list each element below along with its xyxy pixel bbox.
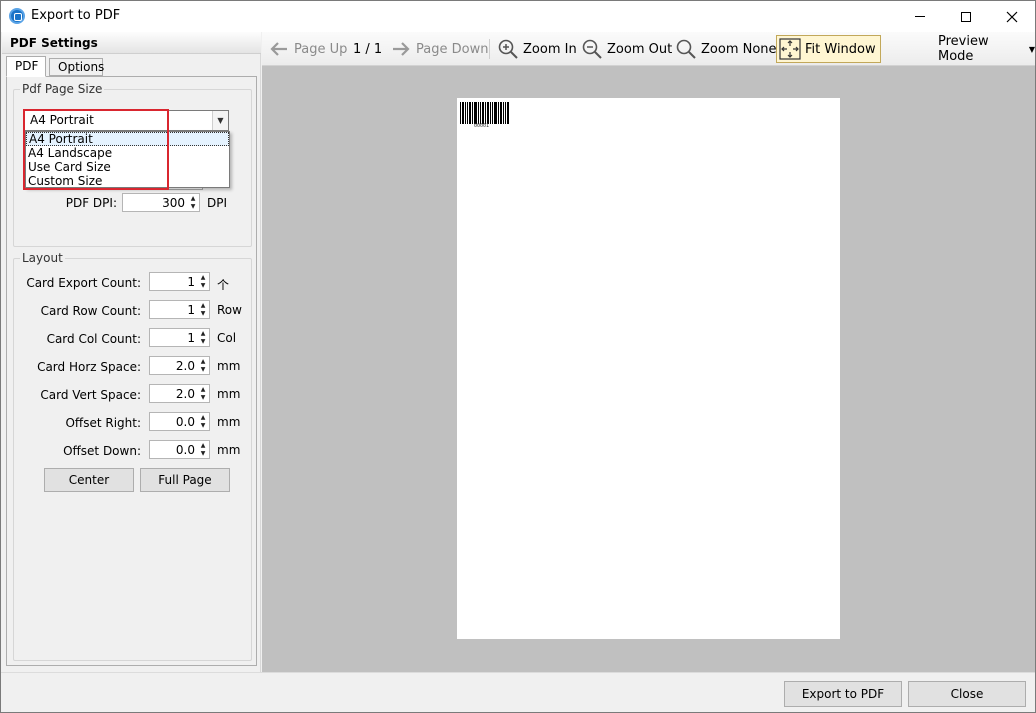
export-count-label: Card Export Count: <box>26 276 141 290</box>
export-count-unit: 个 <box>217 278 230 292</box>
export-to-pdf-button[interactable]: Export to PDF <box>784 681 902 707</box>
settings-panel: PDF Settings PDF Options Pdf Page Size P… <box>2 32 261 672</box>
spinner-arrows-icon[interactable]: ▲ ▼ <box>198 330 208 345</box>
fit-window-button[interactable]: Fit Window <box>776 35 881 63</box>
maximize-button[interactable] <box>943 1 989 32</box>
col-count-label: Card Col Count: <box>46 332 141 346</box>
preview-toolbar: Page Up 1 / 1 Page Down Zoom In Zoom Out… <box>262 32 1035 66</box>
dpi-value: 300 <box>162 196 185 210</box>
export-count-value: 1 <box>187 275 195 289</box>
dpi-unit: DPI <box>207 196 228 210</box>
row-count-value: 1 <box>187 303 195 317</box>
page-up-label: Page Up <box>294 41 348 57</box>
vert-space-spinner[interactable]: 2.0 ▲ ▼ <box>149 384 210 403</box>
page-down-label: Page Down <box>416 41 489 57</box>
barcode-text: 00001 <box>474 123 490 129</box>
vert-space-value: 2.0 <box>175 387 195 401</box>
offset-right-value: 0.0 <box>175 415 195 429</box>
dropdown-option[interactable]: A4 Portrait <box>26 132 229 146</box>
zoom-in-icon <box>498 39 518 59</box>
page-up-button[interactable]: Page Up <box>268 37 347 61</box>
offset-down-value: 0.0 <box>175 443 195 457</box>
spinner-arrows-icon[interactable]: ▲ ▼ <box>198 442 208 457</box>
offset-right-spinner[interactable]: 0.0 ▲ ▼ <box>149 412 210 431</box>
col-count-unit: Col <box>217 331 237 345</box>
spinner-arrows-icon[interactable]: ▲ ▼ <box>198 302 208 317</box>
minimize-button[interactable] <box>897 1 943 32</box>
layout-group-title: Layout <box>20 251 65 265</box>
offset-down-unit: mm <box>217 443 241 457</box>
spinner-arrows-icon[interactable]: ▲ ▼ <box>198 386 208 401</box>
zoom-in-label: Zoom In <box>523 41 577 57</box>
offset-down-spinner[interactable]: 0.0 ▲ ▼ <box>149 440 210 459</box>
vert-space-label: Card Vert Space: <box>40 388 141 402</box>
close-icon <box>1006 11 1018 22</box>
preview-mode-menu[interactable]: Preview Mode ▼ <box>938 34 1035 64</box>
export-count-spinner[interactable]: 1 ▲ ▼ <box>149 272 210 291</box>
full-page-button[interactable]: Full Page <box>140 468 230 492</box>
zoom-none-label: Zoom None <box>701 41 777 57</box>
tab-options[interactable]: Options <box>49 58 104 76</box>
page-indicator: 1 / 1 <box>353 41 383 57</box>
row-count-spinner[interactable]: 1 ▲ ▼ <box>149 300 210 319</box>
zoom-none-button[interactable]: Zoom None <box>675 37 777 61</box>
row-count-label: Card Row Count: <box>40 304 141 318</box>
row-count-unit: Row <box>217 303 242 317</box>
page-size-combo-value: A4 Portrait <box>30 113 94 127</box>
arrow-right-icon <box>393 42 410 56</box>
center-button[interactable]: Center <box>44 468 134 492</box>
tab-pdf[interactable]: PDF <box>6 56 46 77</box>
horz-space-unit: mm <box>217 359 241 373</box>
dropdown-option[interactable]: A4 Landscape <box>26 146 229 160</box>
pdf-page: 00001 <box>457 98 840 639</box>
app-icon <box>9 8 25 24</box>
dpi-label: PDF DPI: <box>65 196 117 210</box>
zoom-out-icon <box>582 39 602 59</box>
spinner-arrows-icon[interactable]: ▲ ▼ <box>198 274 208 289</box>
spinner-arrows-icon[interactable]: ▲ ▼ <box>198 358 208 373</box>
fit-window-label: Fit Window <box>805 41 876 57</box>
close-window-button[interactable] <box>989 1 1035 32</box>
arrow-left-icon <box>270 42 287 56</box>
preview-area[interactable]: 00001 <box>262 66 1035 672</box>
preview-mode-label: Preview Mode <box>938 34 989 64</box>
dropdown-option[interactable]: Custom Size <box>26 174 229 188</box>
horz-space-spinner[interactable]: 2.0 ▲ ▼ <box>149 356 210 375</box>
layout-group: Layout <box>13 251 252 661</box>
dpi-spinner[interactable]: 300 ▲ ▼ <box>122 193 200 212</box>
spinner-arrows-icon[interactable]: ▲ ▼ <box>188 195 198 210</box>
title-bar: Export to PDF <box>1 1 1035 32</box>
window-title: Export to PDF <box>31 8 121 23</box>
zoom-out-label: Zoom Out <box>607 41 673 57</box>
spinner-arrows-icon[interactable]: ▲ ▼ <box>198 414 208 429</box>
close-button[interactable]: Close <box>908 681 1026 707</box>
maximize-icon <box>961 11 971 22</box>
offset-right-label: Offset Right: <box>65 416 141 430</box>
bottom-bar: Export to PDF Close <box>1 672 1035 712</box>
page-size-dropdown: A4 Portrait A4 Landscape Use Card Size C… <box>25 131 230 188</box>
horz-space-label: Card Horz Space: <box>37 360 141 374</box>
minimize-icon <box>915 16 925 17</box>
zoom-none-icon <box>676 39 696 59</box>
caret-down-icon: ▼ <box>1028 44 1035 54</box>
zoom-in-button[interactable]: Zoom In <box>497 37 577 61</box>
page-size-combo[interactable]: A4 Portrait ▼ <box>24 110 229 131</box>
col-count-value: 1 <box>187 331 195 345</box>
toolbar-separator <box>489 39 490 59</box>
col-count-spinner[interactable]: 1 ▲ ▼ <box>149 328 210 347</box>
horz-space-value: 2.0 <box>175 359 195 373</box>
vert-space-unit: mm <box>217 387 241 401</box>
panel-header: PDF Settings <box>2 32 261 54</box>
dropdown-option[interactable]: Use Card Size <box>26 160 229 174</box>
fit-window-icon <box>779 38 801 60</box>
zoom-out-button[interactable]: Zoom Out <box>581 37 672 61</box>
offset-right-unit: mm <box>217 415 241 429</box>
chevron-down-icon[interactable]: ▼ <box>212 111 228 130</box>
offset-down-label: Offset Down: <box>63 444 141 458</box>
export-pdf-window: Export to PDF PDF Settings PDF Options P… <box>0 0 1036 713</box>
barcode-icon <box>460 102 509 124</box>
page-down-button[interactable]: Page Down <box>390 37 488 61</box>
page-size-group-title: Pdf Page Size <box>20 82 105 96</box>
